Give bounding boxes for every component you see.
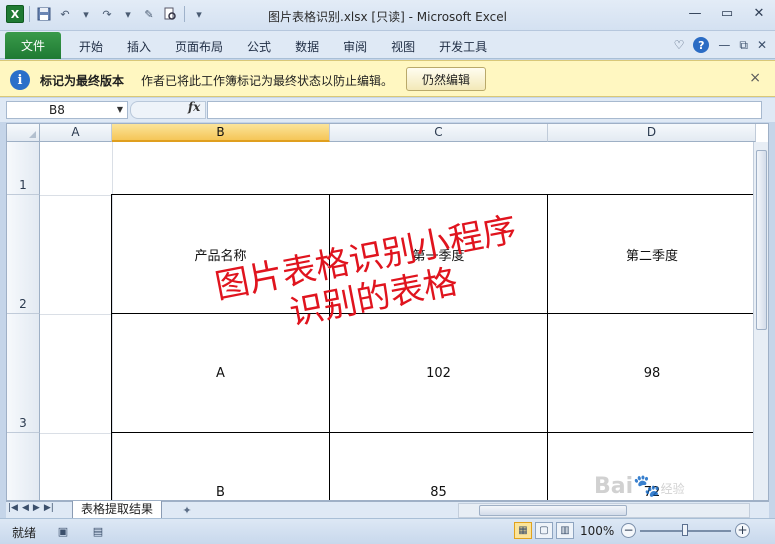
macro-record-icon[interactable]: ▣ bbox=[55, 523, 71, 539]
zoom-out-icon[interactable]: − bbox=[621, 523, 636, 538]
column-header-a[interactable]: A bbox=[40, 124, 112, 142]
row-header-3[interactable]: 3 bbox=[7, 314, 40, 433]
vertical-scrollbar[interactable] bbox=[753, 142, 768, 500]
baidu-watermark-suffix: 经验 bbox=[660, 482, 685, 496]
zoom-level[interactable]: 100% bbox=[580, 524, 614, 538]
window-controls: — ▭ ✕ bbox=[679, 0, 775, 27]
vertical-scroll-thumb[interactable] bbox=[756, 150, 767, 330]
baidu-watermark-text: Bai bbox=[594, 474, 634, 499]
next-sheet-icon[interactable]: ▶ bbox=[33, 503, 40, 513]
ribbon-tab-list: 开始 插入 页面布局 公式 数据 审阅 视图 开发工具 bbox=[67, 38, 499, 55]
title-bar: X ↶ ▾ ↷ ▾ ✎ ▾ 图片表格识别.xlsx [只读] - Microso… bbox=[0, 0, 775, 31]
table-cell[interactable]: B bbox=[112, 433, 329, 500]
tab-formulas[interactable]: 公式 bbox=[235, 38, 283, 55]
tab-developer[interactable]: 开发工具 bbox=[427, 38, 499, 55]
tab-insert[interactable]: 插入 bbox=[115, 38, 163, 55]
tab-file[interactable]: 文件 bbox=[5, 32, 61, 59]
name-box-value: B8 bbox=[49, 103, 65, 117]
sheet-tab-active[interactable]: 表格提取结果 bbox=[72, 501, 163, 519]
workbook-restore-icon[interactable]: ⧉ bbox=[739, 38, 748, 53]
gridline bbox=[40, 433, 112, 434]
minimize-icon[interactable]: — bbox=[679, 0, 711, 27]
normal-view-icon[interactable]: ▦ bbox=[514, 522, 532, 539]
sheet-tab-bar: |◀ ◀ ▶ ▶| 表格提取结果 ✦ bbox=[6, 501, 769, 519]
tab-home[interactable]: 开始 bbox=[67, 38, 115, 55]
horizontal-scrollbar[interactable] bbox=[458, 503, 750, 518]
sheet-nav-buttons: |◀ ◀ ▶ ▶| bbox=[8, 503, 54, 513]
message-title: 标记为最终版本 bbox=[40, 74, 125, 88]
prev-sheet-icon[interactable]: ◀ bbox=[22, 503, 29, 513]
message-text: 作者已将此工作簿标记为最终状态以防止编辑。 bbox=[141, 74, 394, 88]
status-bar: 就绪 ▣ ▤ ▦ ▢ ▥ 100% − + bbox=[0, 518, 775, 544]
minimize-ribbon-icon[interactable]: ♡ bbox=[674, 38, 685, 52]
row-header-1[interactable]: 1 bbox=[7, 142, 40, 195]
table-cell[interactable]: 102 bbox=[330, 314, 547, 432]
tab-view[interactable]: 视图 bbox=[379, 38, 427, 55]
gridline bbox=[40, 195, 112, 196]
name-box[interactable]: B8 ▼ bbox=[6, 101, 128, 119]
row-header-2[interactable]: 2 bbox=[7, 195, 40, 314]
column-header-c[interactable]: C bbox=[330, 124, 548, 142]
tab-review[interactable]: 审阅 bbox=[331, 38, 379, 55]
baidu-watermark-logo: Bai🐾经验 bbox=[594, 474, 685, 499]
zoom-in-icon[interactable]: + bbox=[735, 523, 750, 538]
window-title: 图片表格识别.xlsx [只读] - Microsoft Excel bbox=[268, 10, 507, 24]
edit-anyway-button[interactable]: 仍然编辑 bbox=[406, 67, 486, 91]
gridline bbox=[40, 314, 112, 315]
page-break-view-icon[interactable]: ▥ bbox=[556, 522, 574, 539]
first-sheet-icon[interactable]: |◀ bbox=[8, 503, 18, 513]
view-switcher: ▦ ▢ ▥ bbox=[514, 522, 574, 539]
row-header-4[interactable] bbox=[7, 433, 40, 500]
tab-data[interactable]: 数据 bbox=[283, 38, 331, 55]
last-sheet-icon[interactable]: ▶| bbox=[44, 503, 54, 513]
insert-function-icon[interactable]: fx bbox=[188, 100, 200, 114]
status-ready: 就绪 bbox=[12, 526, 37, 540]
ribbon-right-controls: ♡ ? — ⧉ ✕ bbox=[674, 37, 767, 53]
column-header-d[interactable]: D bbox=[548, 124, 756, 142]
row-number: 1 bbox=[19, 178, 27, 192]
table-header-cell[interactable]: 第二季度 bbox=[548, 195, 756, 313]
table-cell[interactable]: 98 bbox=[548, 314, 756, 432]
table-cell[interactable]: 85 bbox=[330, 433, 547, 500]
horizontal-scroll-thumb[interactable] bbox=[479, 505, 627, 516]
row-number: 3 bbox=[19, 416, 27, 430]
tab-page-layout[interactable]: 页面布局 bbox=[163, 38, 235, 55]
help-icon[interactable]: ? bbox=[693, 37, 710, 53]
workbook-close-icon[interactable]: ✕ bbox=[757, 38, 767, 52]
ribbon-tabs: 文件 开始 插入 页面布局 公式 数据 审阅 视图 开发工具 ♡ ? — ⧉ ✕ bbox=[0, 31, 775, 59]
info-icon: i bbox=[10, 70, 30, 90]
insert-sheet-icon[interactable]: ✦ bbox=[178, 502, 196, 518]
page-layout-view-icon[interactable]: ▢ bbox=[535, 522, 553, 539]
paw-icon: 🐾 bbox=[633, 474, 661, 499]
sheet-status-icon[interactable]: ▤ bbox=[90, 523, 106, 539]
column-header-b[interactable]: B bbox=[112, 124, 330, 142]
maximize-icon[interactable]: ▭ bbox=[711, 0, 743, 27]
zoom-slider-thumb[interactable] bbox=[682, 524, 688, 536]
name-box-dropdown-icon[interactable]: ▼ bbox=[117, 102, 123, 118]
message-close-icon[interactable]: × bbox=[749, 70, 761, 86]
formula-input[interactable] bbox=[207, 101, 762, 119]
formula-bar: B8 ▼ fx bbox=[0, 98, 775, 122]
row-number: 2 bbox=[19, 297, 27, 311]
close-icon[interactable]: ✕ bbox=[743, 0, 775, 27]
workbook-minimize-icon[interactable]: — bbox=[718, 38, 730, 52]
select-all-corner[interactable] bbox=[7, 124, 40, 142]
marked-final-message-bar: i 标记为最终版本 作者已将此工作簿标记为最终状态以防止编辑。 仍然编辑 × bbox=[0, 60, 775, 97]
